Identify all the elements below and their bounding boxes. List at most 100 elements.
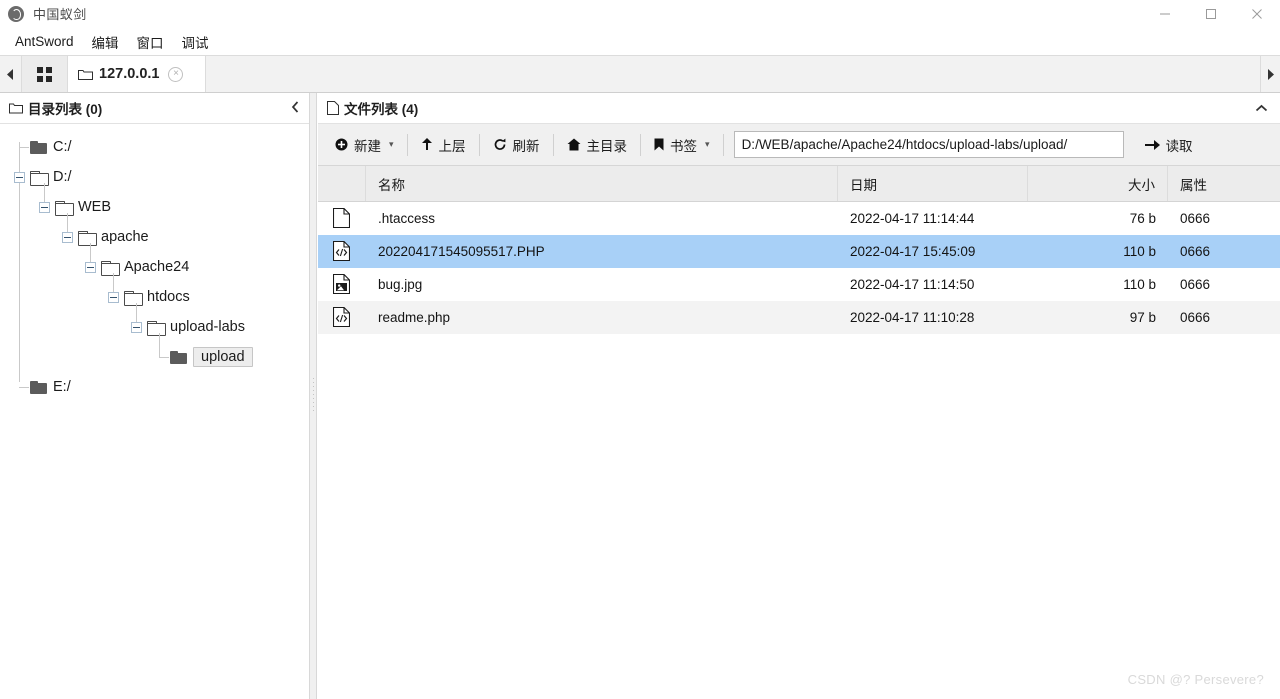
tree-item-upload[interactable]: upload — [0, 333, 312, 372]
column-header-icon — [318, 166, 366, 201]
column-header-name[interactable]: 名称 — [366, 166, 838, 201]
toolbar-divider — [640, 133, 642, 156]
home-icon — [567, 138, 581, 151]
chevron-left-icon[interactable] — [0, 56, 22, 92]
file-name: bug.jpg — [378, 277, 423, 292]
file-name: readme.php — [378, 310, 451, 325]
folder-closed-icon — [30, 380, 47, 394]
tab-strip-empty-area — [206, 56, 1260, 92]
window-title: 中国蚁剑 — [33, 7, 87, 22]
table-row[interactable]: .htaccess 2022-04-17 11:14:44 76 b 0666 — [318, 202, 1280, 235]
tree-item-label: D:/ — [53, 169, 72, 185]
refresh-button[interactable]: 刷新 — [482, 131, 551, 159]
panel-splitter[interactable] — [309, 93, 317, 699]
tree-item-apache[interactable]: apache — [0, 213, 312, 252]
tree-expander-collapse[interactable] — [131, 321, 142, 333]
menu-item-edit[interactable]: 编辑 — [83, 29, 128, 55]
tree-item-d[interactable]: D:/ — [0, 162, 312, 192]
tree-item-upload-labs[interactable]: upload-labs — [0, 303, 312, 342]
tree-item-label: Apache24 — [124, 259, 190, 275]
home-button[interactable]: 主目录 — [556, 131, 639, 159]
tree-item-label: WEB — [78, 199, 112, 215]
folder-icon — [9, 102, 23, 114]
tree-expander-collapse[interactable] — [85, 261, 96, 273]
folder-open-icon — [124, 290, 143, 306]
file-code-icon — [318, 301, 366, 334]
menu-item-antsword[interactable]: AntSword — [6, 31, 83, 52]
tree-expander-collapse[interactable] — [108, 291, 119, 303]
minimize-button[interactable] — [1142, 0, 1188, 28]
directory-panel-header: 目录列表 (0) — [0, 93, 312, 124]
tree-line — [159, 357, 169, 358]
new-button[interactable]: 新建 ▾ — [324, 131, 405, 159]
read-button-label: 读取 — [1165, 138, 1193, 154]
toolbar-divider — [406, 133, 408, 156]
folder-open-icon — [78, 230, 97, 246]
tree-item-web[interactable]: WEB — [0, 183, 312, 222]
tree-item-label: upload-labs — [170, 319, 245, 335]
tree-item-e[interactable]: E:/ — [0, 372, 312, 402]
directory-panel-title: 目录列表 (0) — [28, 102, 103, 117]
read-button[interactable]: 读取 — [1134, 131, 1204, 159]
chevron-right-icon[interactable] — [1260, 56, 1280, 92]
grid-view-icon[interactable] — [22, 56, 68, 92]
chevron-up-icon[interactable] — [1252, 101, 1271, 116]
folder-closed-icon — [30, 140, 47, 154]
column-header-date[interactable]: 日期 — [838, 166, 1028, 201]
tree-item-htdocs[interactable]: htdocs — [0, 273, 312, 312]
file-date: 2022-04-17 11:14:44 — [850, 211, 975, 226]
file-icon — [327, 101, 339, 115]
file-date: 2022-04-17 11:10:28 — [850, 310, 975, 325]
directory-tree: C:/ D:/ WEB apache Apache24 htdocs uploa… — [0, 124, 312, 402]
new-button-label: 新建 — [354, 138, 381, 154]
chevron-left-icon[interactable] — [288, 100, 303, 116]
file-table-body: .htaccess 2022-04-17 11:14:44 76 b 0666 … — [318, 202, 1280, 699]
bookmark-icon — [654, 138, 664, 151]
file-size: 110 b — [1123, 277, 1156, 292]
tab-close-icon[interactable]: × — [168, 66, 184, 82]
maximize-button[interactable] — [1188, 0, 1234, 28]
column-header-size[interactable]: 大小 — [1028, 166, 1168, 201]
watermark: CSDN @? Persevere? — [1127, 672, 1264, 687]
file-name: 202204171545095517.PHP — [378, 244, 545, 259]
file-size: 76 b — [1129, 211, 1156, 226]
home-button-label: 主目录 — [586, 138, 628, 154]
file-size: 97 b — [1129, 310, 1156, 325]
path-input[interactable] — [733, 131, 1124, 158]
tab-127-0-0-1[interactable]: 127.0.0.1 × — [68, 56, 206, 92]
tab-label: 127.0.0.1 — [99, 66, 160, 82]
folder-closed-icon — [170, 350, 187, 364]
folder-open-icon — [147, 320, 166, 336]
up-button[interactable]: 上层 — [410, 131, 477, 159]
arrow-right-icon — [1144, 139, 1160, 151]
column-header-attr[interactable]: 属性 — [1168, 166, 1280, 201]
chevron-down-icon[interactable]: ▾ — [389, 139, 394, 150]
tree-expander-collapse[interactable] — [62, 231, 73, 243]
antsword-logo-icon — [8, 5, 24, 22]
chevron-down-icon[interactable]: ▾ — [705, 139, 710, 150]
table-row[interactable]: bug.jpg 2022-04-17 11:14:50 110 b 0666 — [318, 268, 1280, 301]
file-size: 110 b — [1123, 244, 1156, 259]
tree-line — [159, 333, 160, 357]
antsword-window: 中国蚁剑 AntSword 编辑 窗口 调试 127.0.0.1 × 目录列表 … — [0, 0, 1280, 699]
file-date: 2022-04-17 11:14:50 — [850, 277, 975, 292]
table-row[interactable]: readme.php 2022-04-17 11:10:28 97 b 0666 — [318, 301, 1280, 334]
directory-panel: 目录列表 (0) C:/ D:/ WEB apache Apache24 htd… — [0, 93, 313, 699]
tree-expander-collapse[interactable] — [39, 201, 50, 213]
bookmark-button[interactable]: 书签 ▾ — [643, 131, 721, 159]
file-table-header: 名称 日期 大小 属性 — [318, 166, 1280, 202]
close-button[interactable] — [1234, 0, 1280, 28]
tree-item-apache24[interactable]: Apache24 — [0, 243, 312, 282]
table-row-selected[interactable]: 202204171545095517.PHP 2022-04-17 15:45:… — [318, 235, 1280, 268]
tree-expander-collapse[interactable] — [14, 171, 25, 183]
plus-circle-icon — [335, 138, 348, 151]
arrow-up-icon — [421, 138, 433, 151]
tree-item-c[interactable]: C:/ — [0, 132, 312, 162]
refresh-button-label: 刷新 — [512, 138, 540, 154]
folder-icon — [78, 68, 93, 80]
up-button-label: 上层 — [438, 138, 466, 154]
menu-item-debug[interactable]: 调试 — [173, 29, 218, 55]
folder-open-icon — [55, 200, 74, 216]
file-name: .htaccess — [378, 211, 436, 226]
menu-item-window[interactable]: 窗口 — [128, 29, 173, 55]
